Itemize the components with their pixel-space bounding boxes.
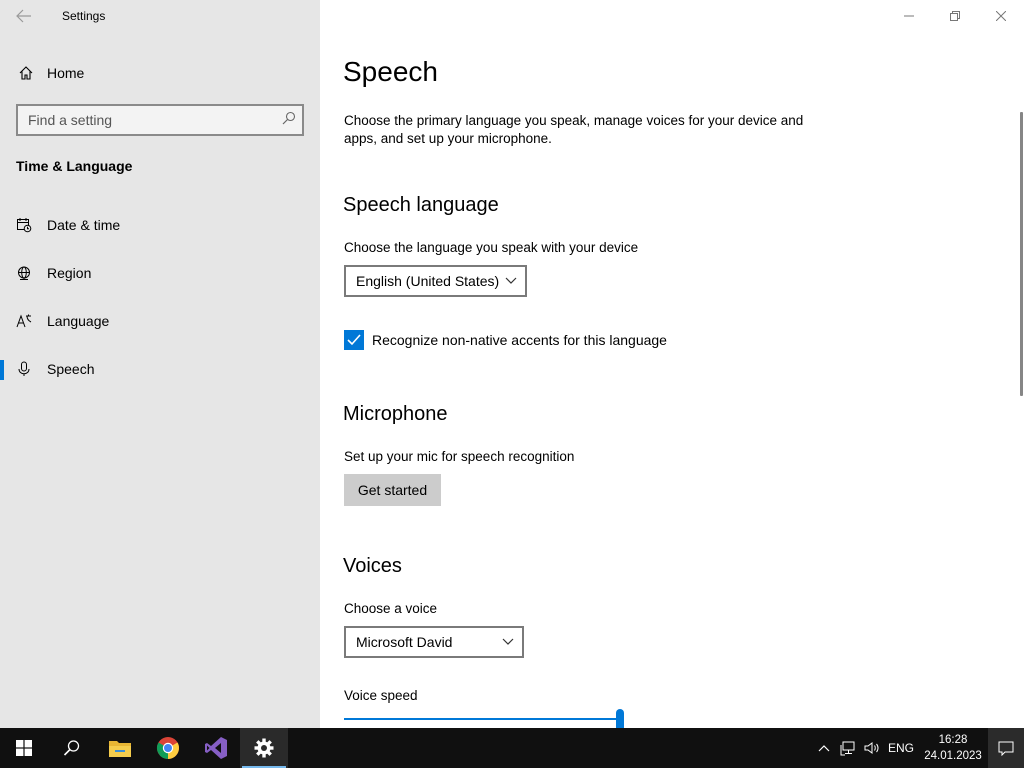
taskbar-chrome[interactable] (144, 728, 192, 768)
nav-item-language[interactable]: Language (0, 301, 320, 341)
nav-item-label: Language (47, 313, 110, 329)
window-controls (886, 0, 1024, 32)
nav-home-label: Home (47, 65, 85, 81)
speech-language-dropdown[interactable]: English (United States) (344, 265, 527, 297)
start-icon (16, 740, 32, 756)
search-box[interactable] (16, 104, 304, 136)
restore-icon (950, 11, 960, 21)
chevron-down-icon (505, 277, 517, 284)
network-icon (840, 741, 855, 756)
calendar-clock-icon (0, 217, 47, 233)
nav-home[interactable]: Home (0, 58, 320, 88)
back-arrow-icon (16, 9, 31, 23)
nav-item-region[interactable]: Region (0, 253, 320, 293)
content-pane: Speech Choose the primary language you s… (320, 0, 1024, 728)
app-title: Settings (62, 9, 106, 23)
speech-language-heading: Speech language (343, 194, 499, 216)
action-center-button[interactable] (988, 728, 1024, 768)
minimize-icon (904, 15, 914, 17)
section-title: Time & Language (16, 158, 133, 174)
visual-studio-icon (205, 737, 227, 759)
file-explorer-icon (109, 741, 131, 757)
taskbar: ENG 16:28 24.01.2023 (0, 728, 1024, 768)
taskbar-search-button[interactable] (48, 728, 96, 768)
minimize-button[interactable] (886, 0, 932, 32)
navigation-pane: Settings Home Time & Language Date & tim… (0, 0, 320, 728)
close-button[interactable] (978, 0, 1024, 32)
page-description: Choose the primary language you speak, m… (344, 113, 804, 146)
input-language-indicator[interactable]: ENG (884, 728, 918, 768)
globe-icon (0, 265, 47, 281)
checkmark-icon (347, 334, 361, 346)
taskbar-visual-studio[interactable] (192, 728, 240, 768)
nav-item-label: Date & time (47, 217, 121, 233)
nav-item-label: Region (47, 265, 92, 281)
search-icon[interactable] (282, 111, 296, 130)
non-native-accents-checkbox[interactable] (344, 330, 364, 350)
page-title: Speech (343, 56, 438, 87)
chevron-up-icon (818, 745, 830, 752)
get-started-button[interactable]: Get started (344, 474, 441, 506)
start-button[interactable] (0, 728, 48, 768)
volume-button[interactable] (860, 728, 884, 768)
nav-item-speech[interactable]: Speech (0, 349, 320, 389)
system-tray: ENG 16:28 24.01.2023 (812, 728, 1024, 768)
notification-icon (998, 741, 1014, 756)
scrollbar-thumb[interactable] (1020, 112, 1023, 396)
settings-gear-icon (254, 738, 274, 758)
taskbar-file-explorer[interactable] (96, 728, 144, 768)
show-hidden-icons-button[interactable] (812, 728, 836, 768)
language-icon (0, 313, 47, 329)
microphone-label: Set up your mic for speech recognition (344, 449, 575, 464)
non-native-accents-label: Recognize non-native accents for this la… (372, 332, 667, 348)
voice-dropdown[interactable]: Microsoft David (344, 626, 524, 658)
clock-time: 16:28 (938, 734, 968, 746)
search-input[interactable] (28, 112, 282, 128)
close-icon (996, 11, 1006, 21)
volume-icon (864, 742, 879, 754)
voice-value: Microsoft David (356, 634, 453, 650)
speech-language-value: English (United States) (356, 273, 500, 289)
voice-speed-slider-thumb[interactable] (616, 709, 624, 728)
home-icon (0, 65, 47, 81)
nav-item-date-time[interactable]: Date & time (0, 205, 320, 245)
chevron-down-icon (502, 638, 514, 645)
speech-language-label: Choose the language you speak with your … (344, 240, 639, 255)
choose-voice-label: Choose a voice (344, 601, 438, 616)
back-button[interactable] (10, 4, 38, 28)
network-button[interactable] (836, 728, 860, 768)
voices-heading: Voices (343, 555, 402, 577)
voice-speed-label: Voice speed (344, 688, 418, 703)
taskbar-settings[interactable] (240, 728, 288, 768)
microphone-heading: Microphone (343, 403, 448, 425)
restore-button[interactable] (932, 0, 978, 32)
nav-item-label: Speech (47, 361, 95, 377)
microphone-icon (0, 361, 47, 377)
chrome-icon (157, 737, 179, 759)
clock[interactable]: 16:28 24.01.2023 (918, 732, 988, 764)
search-icon (63, 740, 80, 756)
clock-date: 24.01.2023 (924, 750, 982, 762)
non-native-accents-checkbox-row[interactable]: Recognize non-native accents for this la… (344, 330, 667, 350)
voice-speed-slider-track[interactable] (344, 718, 620, 720)
